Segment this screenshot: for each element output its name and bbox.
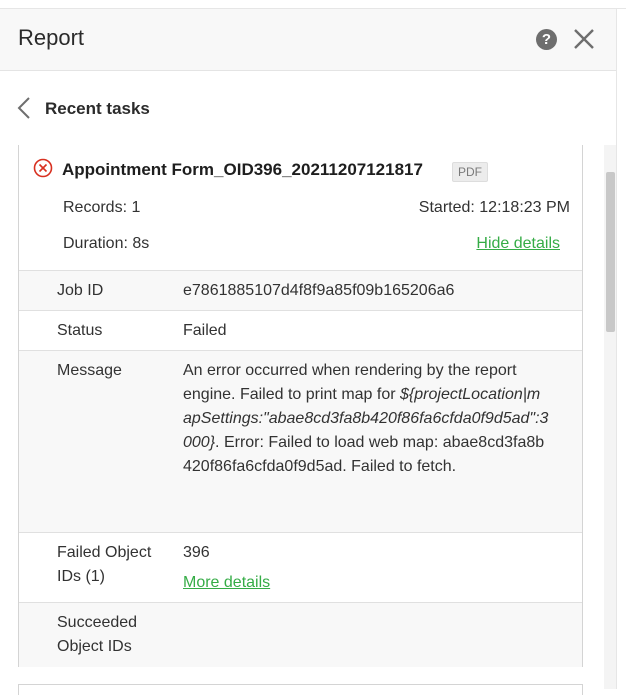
succeeded-ids-label: Succeeded Object IDs <box>57 611 137 659</box>
window-edge <box>616 9 626 689</box>
top-edge <box>0 0 626 9</box>
job-id-label: Job ID <box>57 282 104 299</box>
message-label: Message <box>57 362 122 379</box>
failed-ids-label-line1: Failed Object <box>57 544 152 561</box>
duration: Duration: 8s <box>63 235 150 252</box>
records-count: Records: 1 <box>63 199 141 216</box>
succeeded-ids-label-line2: Object IDs <box>57 638 132 655</box>
panel-title: Report <box>18 25 85 50</box>
status-label: Status <box>57 322 103 339</box>
hide-details-link[interactable]: Hide details <box>476 235 560 253</box>
scrollbar-thumb[interactable] <box>606 172 615 332</box>
failed-ids-number: 396 <box>183 544 210 561</box>
close-icon[interactable] <box>571 26 597 52</box>
detail-row-succeeded-ids: Succeeded Object IDs <box>19 602 582 667</box>
next-task-card[interactable] <box>18 684 583 695</box>
panel-header: Report ? <box>0 9 616 71</box>
job-id-value: e7861885107d4f8f9a85f09b165206a6 <box>183 282 455 299</box>
message-value: An error occurred when rendering by the … <box>183 359 549 479</box>
help-icon[interactable]: ? <box>536 29 557 50</box>
detail-row-message: Message An error occurred when rendering… <box>19 350 582 532</box>
started-time: Started: 12:18:23 PM <box>418 199 570 216</box>
status-value: Failed <box>183 322 227 339</box>
detail-row-failed-ids: Failed Object IDs (1) 396 More details <box>19 532 582 602</box>
error-icon <box>33 158 53 183</box>
failed-ids-value: 396 More details <box>183 541 553 595</box>
chevron-left-icon <box>17 97 30 119</box>
task-title: Appointment Form_OID396_20211207121817 <box>62 160 423 179</box>
back-label: Recent tasks <box>45 99 150 118</box>
detail-row-status: Status Failed <box>19 310 582 350</box>
succeeded-ids-label-line1: Succeeded <box>57 614 138 631</box>
failed-ids-label: Failed Object IDs (1) <box>57 541 151 589</box>
failed-ids-label-line2: IDs (1) <box>57 568 105 585</box>
detail-row-job-id: Job ID e7861885107d4f8f9a85f09b165206a6 <box>19 270 582 310</box>
task-card: Appointment Form_OID396_20211207121817 P… <box>18 145 583 667</box>
message-text-2: . Error: Failed to load web map: abae8cd… <box>183 434 545 475</box>
more-details-link[interactable]: More details <box>183 571 553 595</box>
format-badge: PDF <box>452 162 488 182</box>
